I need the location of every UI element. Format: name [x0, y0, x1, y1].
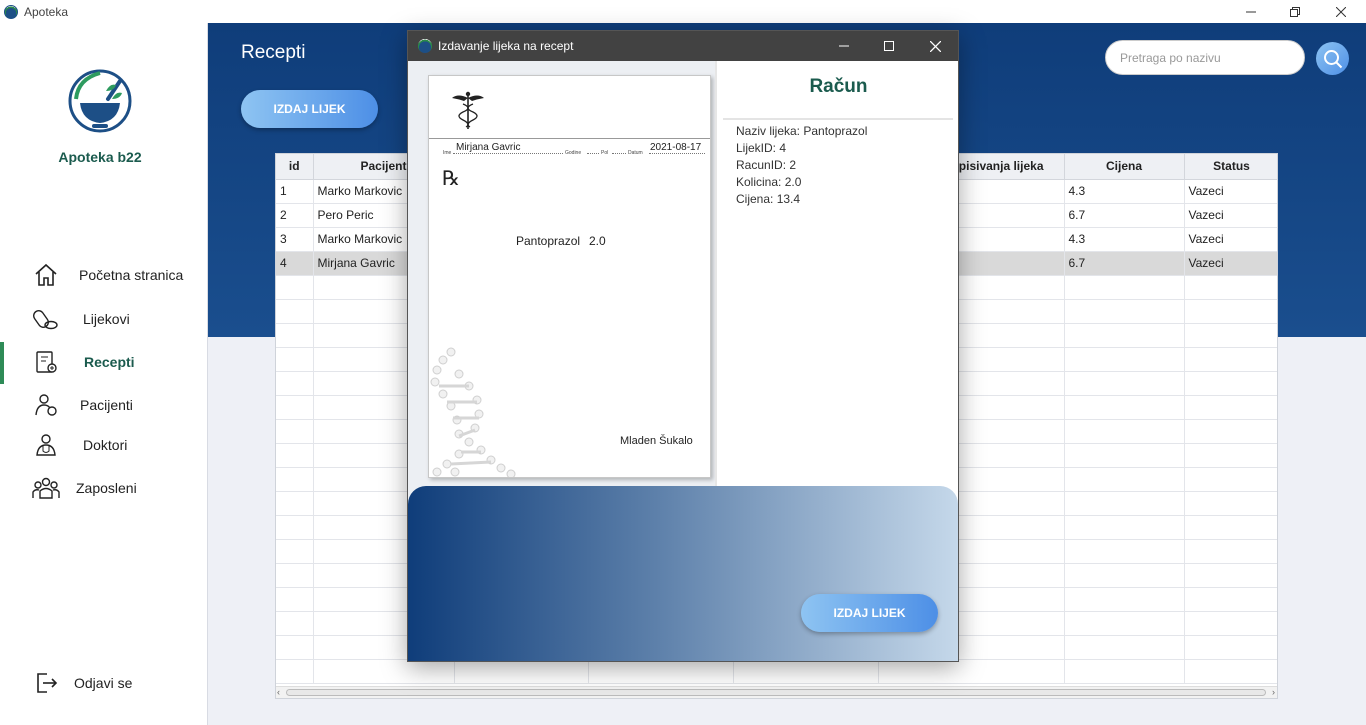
cell-id: 4	[276, 251, 314, 276]
app-title-bar: Apoteka	[0, 0, 1366, 23]
bill-id: RacunID: 2	[736, 158, 797, 172]
bill-panel: Račun Naziv lijeka: Pantoprazol LijekID:…	[715, 61, 958, 516]
cell-price: 4.3	[1064, 227, 1185, 252]
header-divider	[429, 138, 710, 139]
column-header[interactable]: id	[276, 154, 314, 180]
cell-status: Vazeci	[1184, 251, 1277, 276]
patient-icon	[32, 391, 60, 419]
nav-staff[interactable]: Zaposleni	[0, 468, 208, 508]
cell-status: Vazeci	[1184, 227, 1277, 252]
cell-price: 6.7	[1064, 203, 1185, 228]
prescription-panel: Ime Mirjana Gavric Godine Pol Datum 2021…	[408, 61, 715, 516]
nav-home-label: Početna stranica	[79, 267, 184, 283]
cell-id: 3	[276, 227, 314, 252]
cell-price: 6.7	[1064, 251, 1185, 276]
home-icon	[32, 261, 60, 289]
logout-icon	[32, 669, 60, 697]
caduceus-icon	[452, 91, 484, 129]
prescription-icon	[32, 348, 60, 376]
date-underline	[649, 153, 705, 154]
minimize-icon[interactable]	[821, 31, 867, 61]
nav-doctors[interactable]: Doktori	[0, 425, 208, 465]
brand-name: Apoteka b22	[58, 149, 142, 165]
nav-patients[interactable]: Pacijenti	[0, 385, 208, 425]
close-icon[interactable]	[912, 31, 958, 61]
pharmacy-logo-icon	[68, 69, 132, 133]
scroll-left-icon[interactable]: ‹	[277, 687, 280, 697]
sex-underline	[612, 153, 626, 154]
search-button[interactable]	[1316, 42, 1349, 75]
nav-staff-label: Zaposleni	[76, 480, 137, 496]
cell-status: Vazeci	[1184, 203, 1277, 228]
nav-prescriptions[interactable]: Recepti	[0, 342, 208, 382]
dialog-title: Izdavanje lijeka na recept	[438, 39, 574, 53]
doctor-name: Mladen Šukalo	[620, 435, 693, 447]
prescription-date: 2021-08-17	[650, 142, 702, 153]
nav-prescriptions-label: Recepti	[84, 354, 135, 370]
nav-doctors-label: Doktori	[83, 437, 128, 453]
cell-id: 2	[276, 203, 314, 228]
scrollbar-thumb[interactable]	[286, 689, 1266, 696]
medicine-name: Pantoprazol	[516, 234, 581, 248]
cell-price: 4.3	[1064, 179, 1185, 204]
label-godine: Godine	[565, 150, 582, 156]
issue-medicine-button[interactable]: IZDAJ LIJEK	[241, 90, 378, 128]
scroll-right-icon[interactable]: ›	[1272, 687, 1275, 697]
bill-quantity: Kolicina: 2.0	[736, 175, 802, 189]
empty-row	[276, 659, 1277, 684]
bill-price: Cijena: 13.4	[736, 192, 801, 206]
column-header[interactable]: Status	[1184, 154, 1277, 180]
page-title: Recepti	[241, 42, 306, 63]
label-ime: Ime	[443, 150, 452, 156]
nav-patients-label: Pacijenti	[80, 397, 133, 413]
prescription-paper: Ime Mirjana Gavric Godine Pol Datum 2021…	[428, 75, 711, 478]
app-logo-icon	[4, 4, 18, 19]
restore-icon[interactable]	[1272, 0, 1318, 23]
bill-divider	[723, 118, 953, 120]
bill-medicine-id: LijekID: 4	[736, 141, 787, 155]
search-icon	[1323, 49, 1342, 68]
doctor-icon	[32, 431, 60, 459]
patient-name: Mirjana Gavric	[456, 142, 521, 153]
cell-status: Vazeci	[1184, 179, 1277, 204]
rx-symbol: ℞	[442, 168, 460, 190]
label-datum: Datum	[628, 150, 643, 156]
search-input[interactable]	[1105, 40, 1305, 75]
sidebar: Apoteka b22 Početna stranica Lijekovi Re…	[0, 23, 208, 725]
logout-button[interactable]: Odjavi se	[0, 663, 208, 703]
name-underline	[453, 153, 563, 154]
minimize-icon[interactable]	[1228, 0, 1274, 23]
close-icon[interactable]	[1318, 0, 1364, 23]
pills-icon	[32, 305, 60, 333]
app-logo-icon	[418, 39, 432, 53]
horizontal-scrollbar[interactable]: ‹ ›	[276, 686, 1277, 698]
bill-title: Račun	[809, 76, 868, 97]
staff-icon	[32, 474, 60, 502]
dialog-issue-button[interactable]: IZDAJ LIJEK	[801, 594, 938, 632]
cell-id: 1	[276, 179, 314, 204]
nav-medicines[interactable]: Lijekovi	[0, 299, 208, 339]
column-header[interactable]: Cijena	[1064, 154, 1185, 180]
age-underline	[587, 153, 599, 154]
bill-medicine-name: Naziv lijeka: Pantoprazol	[736, 124, 868, 138]
issue-medicine-dialog: Izdavanje lijeka na recept Ime Mirjana G…	[407, 30, 959, 662]
medicine-quantity: 2.0	[589, 234, 606, 248]
label-pol: Pol	[601, 150, 609, 156]
maximize-icon[interactable]	[866, 31, 912, 61]
app-title: Apoteka	[24, 4, 69, 19]
nav-home[interactable]: Početna stranica	[0, 255, 208, 295]
dialog-title-bar: Izdavanje lijeka na recept	[408, 31, 958, 61]
dialog-footer: IZDAJ LIJEK	[408, 486, 958, 661]
nav-medicines-label: Lijekovi	[83, 311, 130, 327]
logout-label: Odjavi se	[74, 675, 133, 691]
dna-decoration-icon	[430, 347, 516, 477]
